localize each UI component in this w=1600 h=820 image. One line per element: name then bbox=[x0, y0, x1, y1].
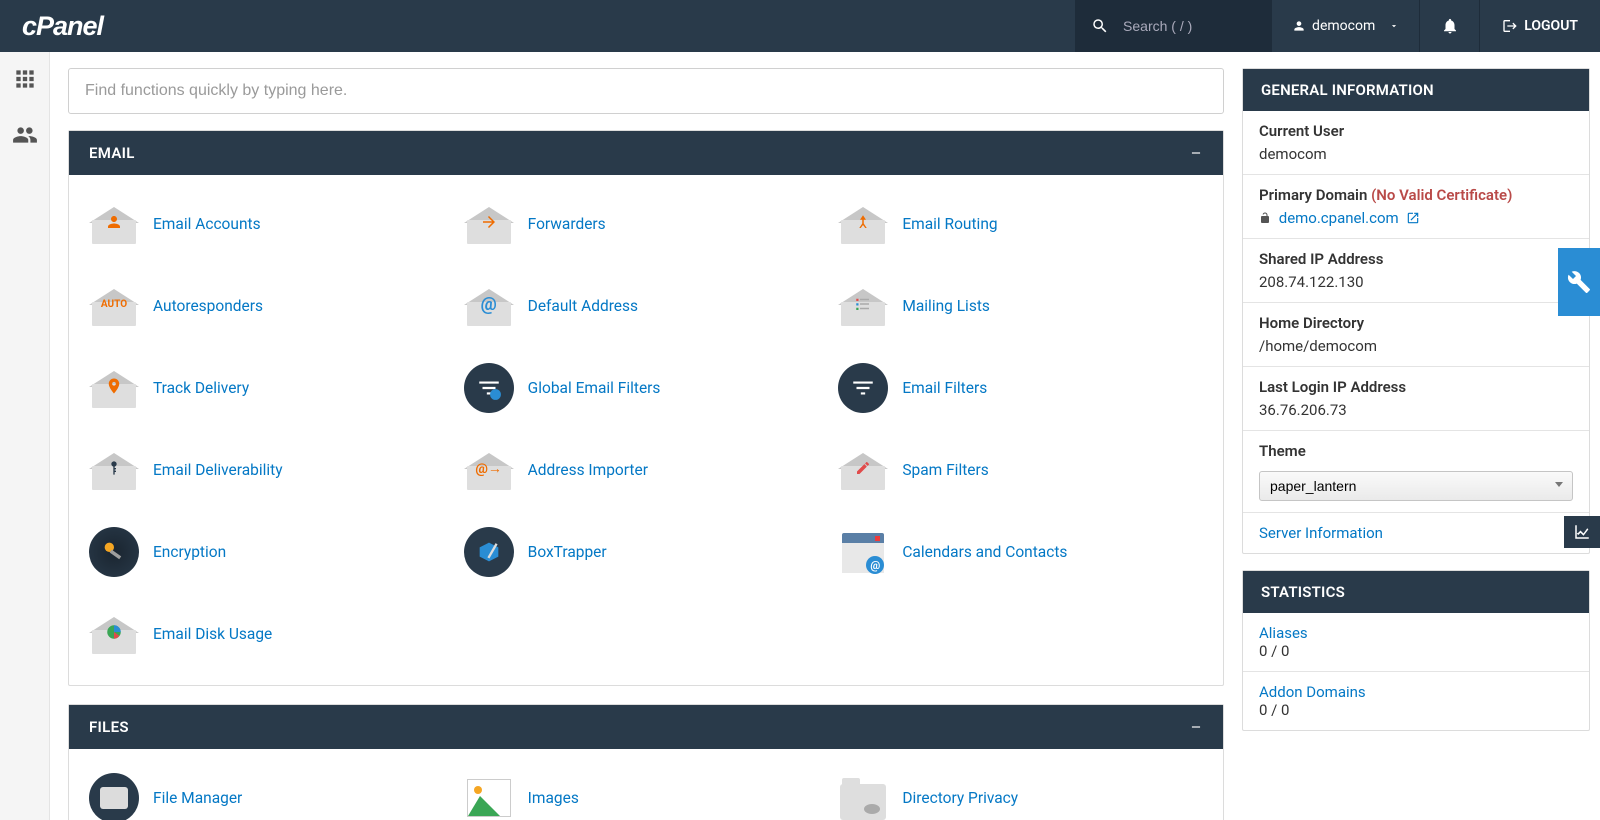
vertical-nav bbox=[0, 52, 50, 820]
at-icon: @ bbox=[480, 295, 498, 313]
username: democom bbox=[1312, 18, 1375, 34]
item-mailing-lists[interactable]: Mailing Lists bbox=[838, 275, 1203, 337]
email-panel-header[interactable]: EMAIL bbox=[69, 131, 1223, 175]
key-lock-icon bbox=[100, 538, 128, 566]
item-track-delivery[interactable]: Track Delivery bbox=[89, 357, 454, 419]
item-forwarders[interactable]: Forwarders bbox=[464, 193, 829, 255]
item-email-filters[interactable]: Email Filters bbox=[838, 357, 1203, 419]
folder-eye-icon bbox=[840, 784, 886, 820]
row-shared-ip: Shared IP Address208.74.122.130 bbox=[1243, 239, 1589, 303]
search-input[interactable] bbox=[1123, 18, 1243, 34]
image-icon bbox=[467, 779, 511, 817]
pie-icon bbox=[105, 623, 123, 641]
item-email-accounts[interactable]: Email Accounts bbox=[89, 193, 454, 255]
statistics-header: STATISTICS bbox=[1243, 571, 1589, 613]
pen-icon bbox=[855, 458, 871, 478]
row-primary-domain: Primary Domain (No Valid Certificate) de… bbox=[1243, 175, 1589, 239]
collapse-icon bbox=[1189, 720, 1203, 734]
files-panel-header[interactable]: FILES bbox=[69, 705, 1223, 749]
row-current-user: Current Userdemocom bbox=[1243, 111, 1589, 175]
wrench-tab[interactable] bbox=[1558, 248, 1600, 316]
chevron-down-icon bbox=[1389, 21, 1399, 31]
main-content: EMAIL Email Accounts Forwarders Email Ro… bbox=[50, 52, 1242, 820]
notifications-button[interactable] bbox=[1419, 0, 1479, 52]
item-images[interactable]: Images bbox=[464, 767, 829, 820]
funnel-globe-icon bbox=[476, 375, 502, 401]
item-default-address[interactable]: @Default Address bbox=[464, 275, 829, 337]
person-icon bbox=[105, 213, 123, 231]
at-arrow-icon: @→ bbox=[480, 459, 498, 477]
stats-tab[interactable] bbox=[1564, 516, 1600, 548]
list-icon bbox=[854, 295, 872, 313]
bell-icon bbox=[1441, 17, 1459, 35]
domain-link[interactable]: demo.cpanel.com bbox=[1279, 209, 1399, 227]
cpanel-logo: cPanel bbox=[0, 11, 125, 42]
top-header: cPanel democom LOGOUT bbox=[0, 0, 1600, 52]
general-info-card: GENERAL INFORMATION Current Userdemocom … bbox=[1242, 68, 1590, 554]
external-link-icon bbox=[1406, 211, 1420, 225]
location-icon bbox=[105, 377, 123, 395]
item-calendars-contacts[interactable]: @Calendars and Contacts bbox=[838, 521, 1203, 583]
addon-domains-link[interactable]: Addon Domains bbox=[1259, 683, 1366, 701]
nav-users[interactable] bbox=[12, 122, 38, 152]
item-address-importer[interactable]: @→Address Importer bbox=[464, 439, 829, 501]
box-pin-icon bbox=[475, 538, 503, 566]
item-email-deliverability[interactable]: Email Deliverability bbox=[89, 439, 454, 501]
item-global-filters[interactable]: Global Email Filters bbox=[464, 357, 829, 419]
item-boxtrapper[interactable]: BoxTrapper bbox=[464, 521, 829, 583]
files-panel: FILES File Manager Images Directory Priv… bbox=[68, 704, 1224, 820]
email-panel: EMAIL Email Accounts Forwarders Email Ro… bbox=[68, 130, 1224, 686]
aliases-link[interactable]: Aliases bbox=[1259, 624, 1308, 642]
item-file-manager[interactable]: File Manager bbox=[89, 767, 454, 820]
arrow-right-icon bbox=[480, 212, 498, 232]
statistics-card: STATISTICS Aliases0 / 0 Addon Domains0 /… bbox=[1242, 570, 1590, 731]
nav-apps[interactable] bbox=[12, 66, 38, 96]
calendar-icon: @ bbox=[838, 527, 888, 577]
chart-icon bbox=[1573, 523, 1591, 541]
row-last-login: Last Login IP Address36.76.206.73 bbox=[1243, 367, 1589, 431]
funnel-icon bbox=[850, 375, 876, 401]
general-info-header: GENERAL INFORMATION bbox=[1243, 69, 1589, 111]
sidebar: GENERAL INFORMATION Current Userdemocom … bbox=[1242, 52, 1600, 820]
wrench-icon bbox=[1567, 270, 1591, 294]
item-directory-privacy[interactable]: Directory Privacy bbox=[838, 767, 1203, 820]
row-addon-domains: Addon Domains0 / 0 bbox=[1243, 672, 1589, 730]
quick-find-input[interactable] bbox=[68, 68, 1224, 114]
item-email-disk-usage[interactable]: Email Disk Usage bbox=[89, 603, 454, 665]
row-aliases: Aliases0 / 0 bbox=[1243, 613, 1589, 672]
user-icon bbox=[1292, 19, 1306, 33]
auto-icon: AUTO bbox=[105, 295, 123, 313]
row-server-info[interactable]: Server Information bbox=[1243, 513, 1589, 553]
global-search[interactable] bbox=[1075, 0, 1271, 52]
item-spam-filters[interactable]: Spam Filters bbox=[838, 439, 1203, 501]
server-icon bbox=[89, 773, 139, 820]
unlock-icon bbox=[1259, 212, 1271, 224]
logout-icon bbox=[1502, 18, 1518, 34]
row-theme: Themepaper_lantern bbox=[1243, 431, 1589, 513]
theme-select[interactable]: paper_lantern bbox=[1259, 471, 1573, 501]
grid-icon bbox=[12, 66, 38, 92]
user-menu[interactable]: democom bbox=[1271, 0, 1419, 52]
key-icon bbox=[106, 457, 122, 479]
item-autoresponders[interactable]: AUTOAutoresponders bbox=[89, 275, 454, 337]
users-icon bbox=[12, 122, 38, 148]
route-icon bbox=[854, 212, 872, 232]
collapse-icon bbox=[1189, 146, 1203, 160]
item-encryption[interactable]: Encryption bbox=[89, 521, 454, 583]
search-icon bbox=[1091, 17, 1109, 35]
row-home-dir: Home Directory/home/democom bbox=[1243, 303, 1589, 367]
logout-button[interactable]: LOGOUT bbox=[1479, 0, 1600, 52]
item-email-routing[interactable]: Email Routing bbox=[838, 193, 1203, 255]
